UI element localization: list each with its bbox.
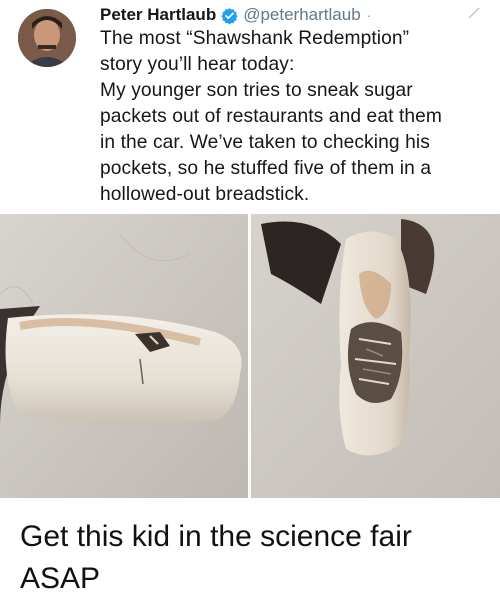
avatar[interactable]	[18, 9, 76, 67]
author-name[interactable]: Peter Hartlaub	[100, 5, 216, 25]
author-handle[interactable]: @peterhartlaub	[243, 5, 360, 25]
breadstick-photo-left[interactable]	[0, 214, 248, 498]
tweet-text: The most “Shawshank Redemption” story yo…	[100, 28, 443, 205]
verified-badge-icon	[221, 7, 238, 24]
chevron-down-icon[interactable]	[466, 5, 482, 21]
meme-caption: Get this kid in the science fair ASAP	[20, 520, 412, 595]
separator-dot: ·	[366, 7, 372, 23]
tweet-card: Peter Hartlaub @peterhartlaub · The most…	[0, 0, 500, 212]
breadstick-photo-right[interactable]	[251, 214, 500, 498]
tweet-header: Peter Hartlaub @peterhartlaub ·	[100, 2, 371, 28]
